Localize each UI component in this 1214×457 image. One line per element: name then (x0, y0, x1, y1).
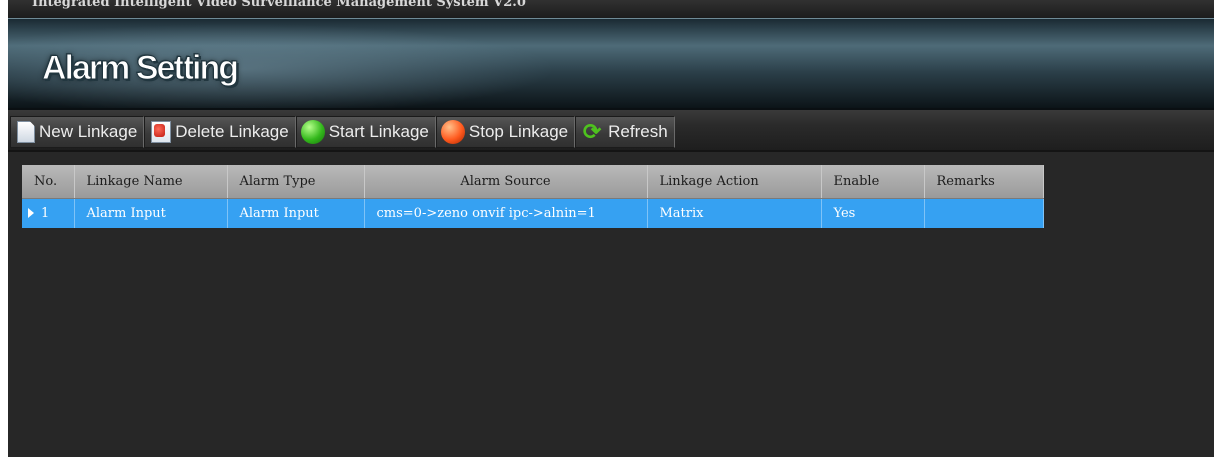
cell-no: 1 (22, 198, 75, 228)
cell-alarm-type: Alarm Input (227, 198, 365, 228)
refresh-icon: ⟳ (582, 119, 602, 144)
refresh-label: Refresh (608, 122, 668, 141)
cell-enable: Yes (821, 198, 925, 228)
row-selected-arrow-icon (28, 208, 34, 219)
start-linkage-label: Start Linkage (328, 122, 429, 141)
column-header-alarm-type[interactable]: Alarm Type (227, 165, 365, 199)
new-linkage-label: New Linkage (39, 122, 138, 141)
column-header-alarm-source[interactable]: Alarm Source (364, 165, 648, 199)
linkage-table: No. Linkage Name Alarm Type Alarm Source… (22, 165, 1044, 228)
cell-alarm-source: cms=0->zeno onvif ipc->alnin=1 (364, 198, 648, 228)
new-linkage-button[interactable]: New Linkage (10, 116, 145, 148)
delete-linkage-button[interactable]: Delete Linkage (144, 116, 296, 148)
cell-linkage-name: Alarm Input (74, 198, 228, 228)
column-header-no[interactable]: No. (22, 165, 75, 199)
banner: Alarm Setting (8, 18, 1214, 110)
column-header-remarks[interactable]: Remarks (924, 165, 1044, 199)
table-header-row: No. Linkage Name Alarm Type Alarm Source… (22, 165, 1044, 199)
page-title: Alarm Setting (41, 49, 239, 88)
cell-no-value: 1 (41, 205, 50, 221)
delete-document-icon (151, 121, 172, 143)
start-linkage-button[interactable]: Start Linkage (295, 116, 436, 148)
window-title: Integrated Intelligent Video Surveillanc… (8, 0, 1214, 18)
stop-linkage-label: Stop Linkage (468, 122, 569, 141)
toolbar: New Linkage Delete Linkage Start Linkage… (8, 110, 1214, 152)
cell-remarks (924, 198, 1044, 228)
stop-linkage-button[interactable]: Stop Linkage (435, 116, 576, 148)
alarm-setting-window: Integrated Intelligent Video Surveillanc… (8, 0, 1214, 457)
toolbar-buttons: New Linkage Delete Linkage Start Linkage… (10, 116, 675, 148)
green-circle-icon (300, 120, 325, 144)
column-header-enable[interactable]: Enable (821, 165, 925, 199)
delete-linkage-label: Delete Linkage (175, 122, 289, 141)
new-document-icon (17, 121, 35, 143)
cell-linkage-action: Matrix (647, 198, 822, 228)
column-header-linkage-action[interactable]: Linkage Action (647, 165, 822, 199)
refresh-button[interactable]: ⟳ Refresh (575, 116, 675, 148)
table-row[interactable]: 1 Alarm Input Alarm Input cms=0->zeno on… (22, 198, 1044, 228)
red-circle-icon (440, 120, 465, 144)
column-header-linkage-name[interactable]: Linkage Name (74, 165, 228, 199)
